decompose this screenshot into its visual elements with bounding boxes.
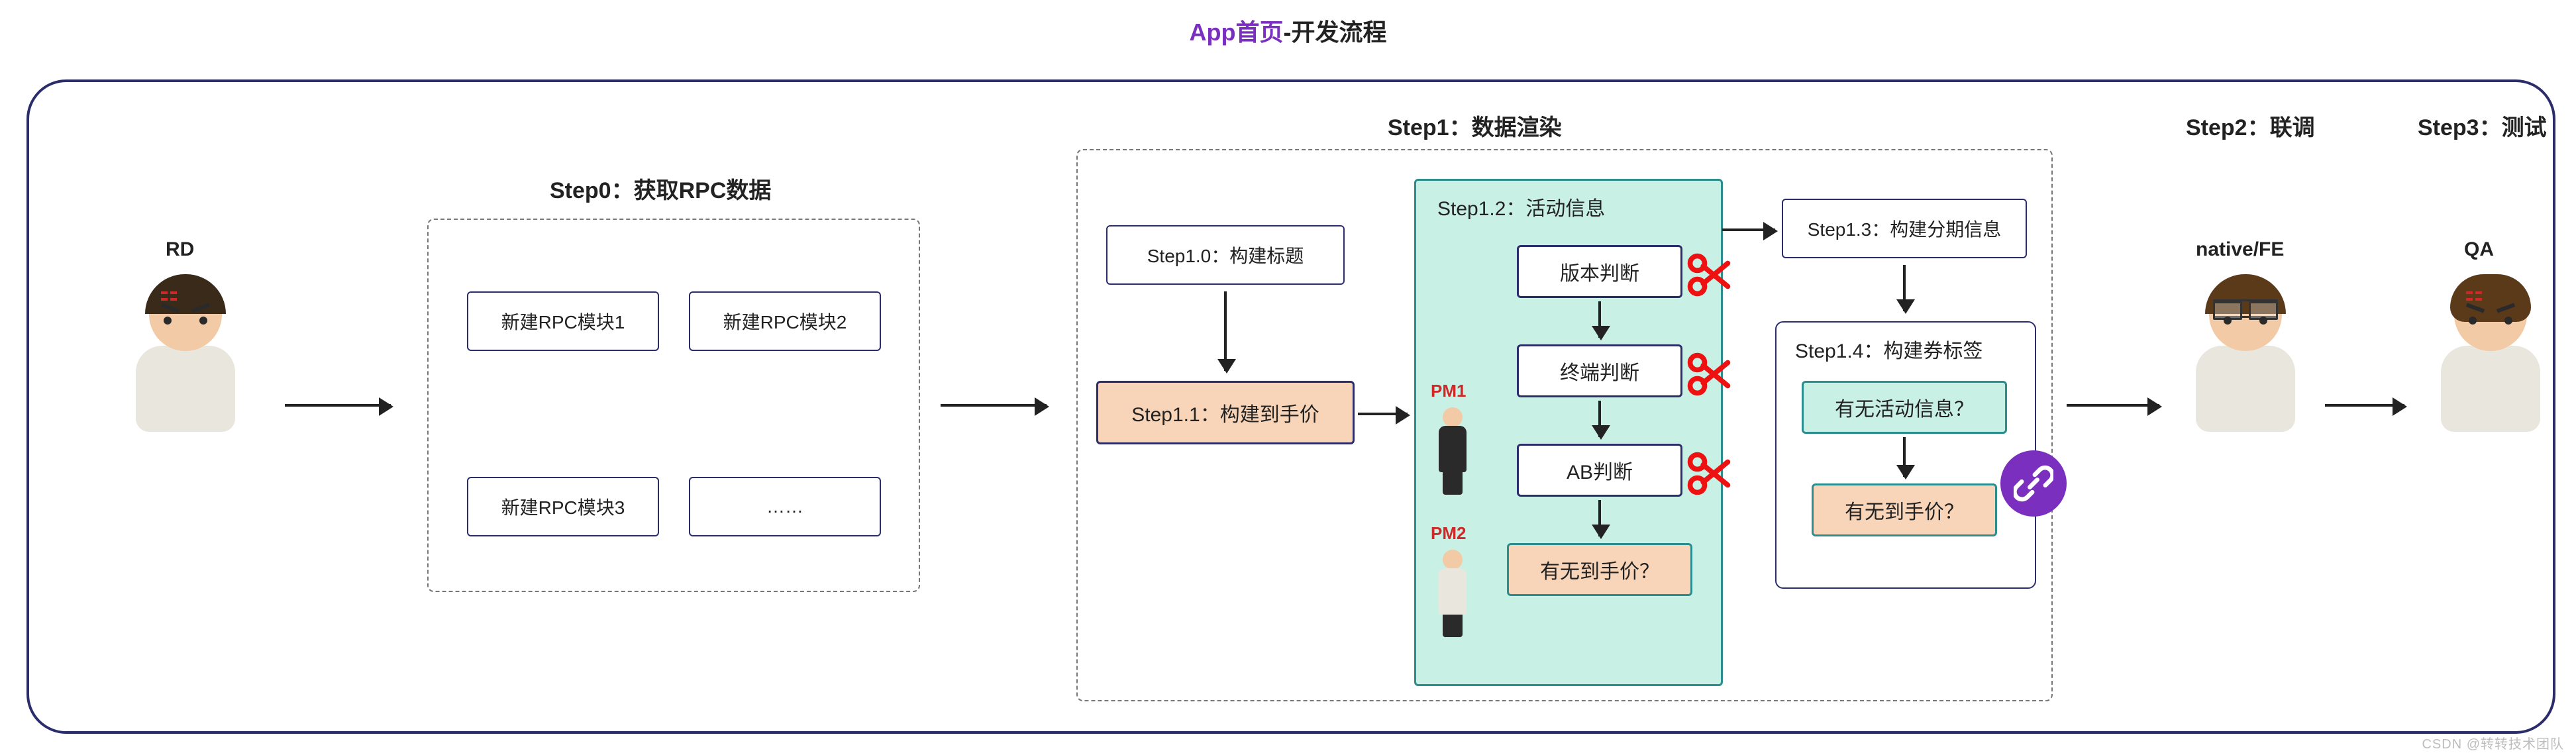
step1-4-title: Step1.4：构建券标签	[1795, 334, 1983, 364]
title-prefix: App首页	[1190, 19, 1284, 46]
step2-title: Step2：联调	[2186, 109, 2315, 142]
arrow-s10-to-s11	[1224, 291, 1227, 371]
diagram-canvas: App首页-开发流程 RD Step0：获取RPC数据 新建RPC模块1 新建R…	[0, 0, 2576, 755]
step1-4-q1: 有无活动信息？	[1802, 381, 2007, 434]
scissors-icon-2	[1686, 351, 1732, 397]
step0-module-4: ……	[689, 477, 881, 536]
pm1-figure	[1434, 407, 1470, 500]
pm2-figure	[1434, 550, 1470, 642]
arrow-step0-to-step1	[941, 404, 1047, 407]
step1-4-q2: 有无到手价？	[1812, 483, 1997, 536]
arrow-s14-q1-q2	[1903, 437, 1906, 477]
arrow-s13-to-s14	[1903, 265, 1906, 311]
arrow-rd-to-step0	[285, 404, 391, 407]
step1-2-title: Step1.2：活动信息	[1437, 192, 1605, 221]
step0-title: Step0：获取RPC数据	[550, 172, 771, 205]
arrow-s12-n1-n2	[1598, 301, 1601, 338]
step1-0-box: Step1.0：构建标题	[1106, 225, 1345, 285]
arrow-step1-to-step2	[2067, 404, 2159, 407]
step1-2-n4: 有无到手价？	[1507, 543, 1692, 596]
role-rd-label: RD	[166, 238, 194, 261]
watermark: CSDN @转转技术团队	[2422, 733, 2564, 752]
scissors-icon-3	[1686, 450, 1732, 497]
scissors-icon-1	[1686, 252, 1732, 298]
step0-module-2: 新建RPC模块2	[689, 291, 881, 351]
arrow-step2-to-step3	[2325, 404, 2404, 407]
arrow-s11-to-s12	[1358, 413, 1408, 415]
step1-2-n1: 版本判断	[1517, 245, 1682, 298]
step0-module-1: 新建RPC模块1	[467, 291, 659, 351]
step1-1-box: Step1.1：构建到手价	[1096, 381, 1355, 444]
link-icon	[2000, 450, 2067, 517]
role-fe-avatar	[2186, 278, 2305, 450]
role-qa-label: QA	[2464, 238, 2494, 261]
step1-title: Step1：数据渲染	[1388, 109, 1562, 142]
pm1-label: PM1	[1431, 381, 1466, 401]
role-qa-avatar	[2431, 278, 2550, 450]
step3-title: Step3：测试	[2418, 109, 2547, 142]
step0-module-3: 新建RPC模块3	[467, 477, 659, 536]
arrow-s12-n3-n4	[1598, 500, 1601, 536]
pm2-label: PM2	[1431, 523, 1466, 544]
diagram-title: App首页-开发流程	[0, 13, 2576, 48]
arrow-s12-n2-n3	[1598, 401, 1601, 437]
arrow-s12-to-s13	[1722, 228, 1775, 231]
step1-2-n2: 终端判断	[1517, 344, 1682, 397]
role-fe-label: native/FE	[2196, 238, 2284, 261]
step1-3-box: Step1.3：构建分期信息	[1782, 199, 2027, 258]
step1-2-n3: AB判断	[1517, 444, 1682, 497]
role-rd-avatar	[126, 278, 245, 450]
title-suffix: -开发流程	[1283, 19, 1386, 46]
